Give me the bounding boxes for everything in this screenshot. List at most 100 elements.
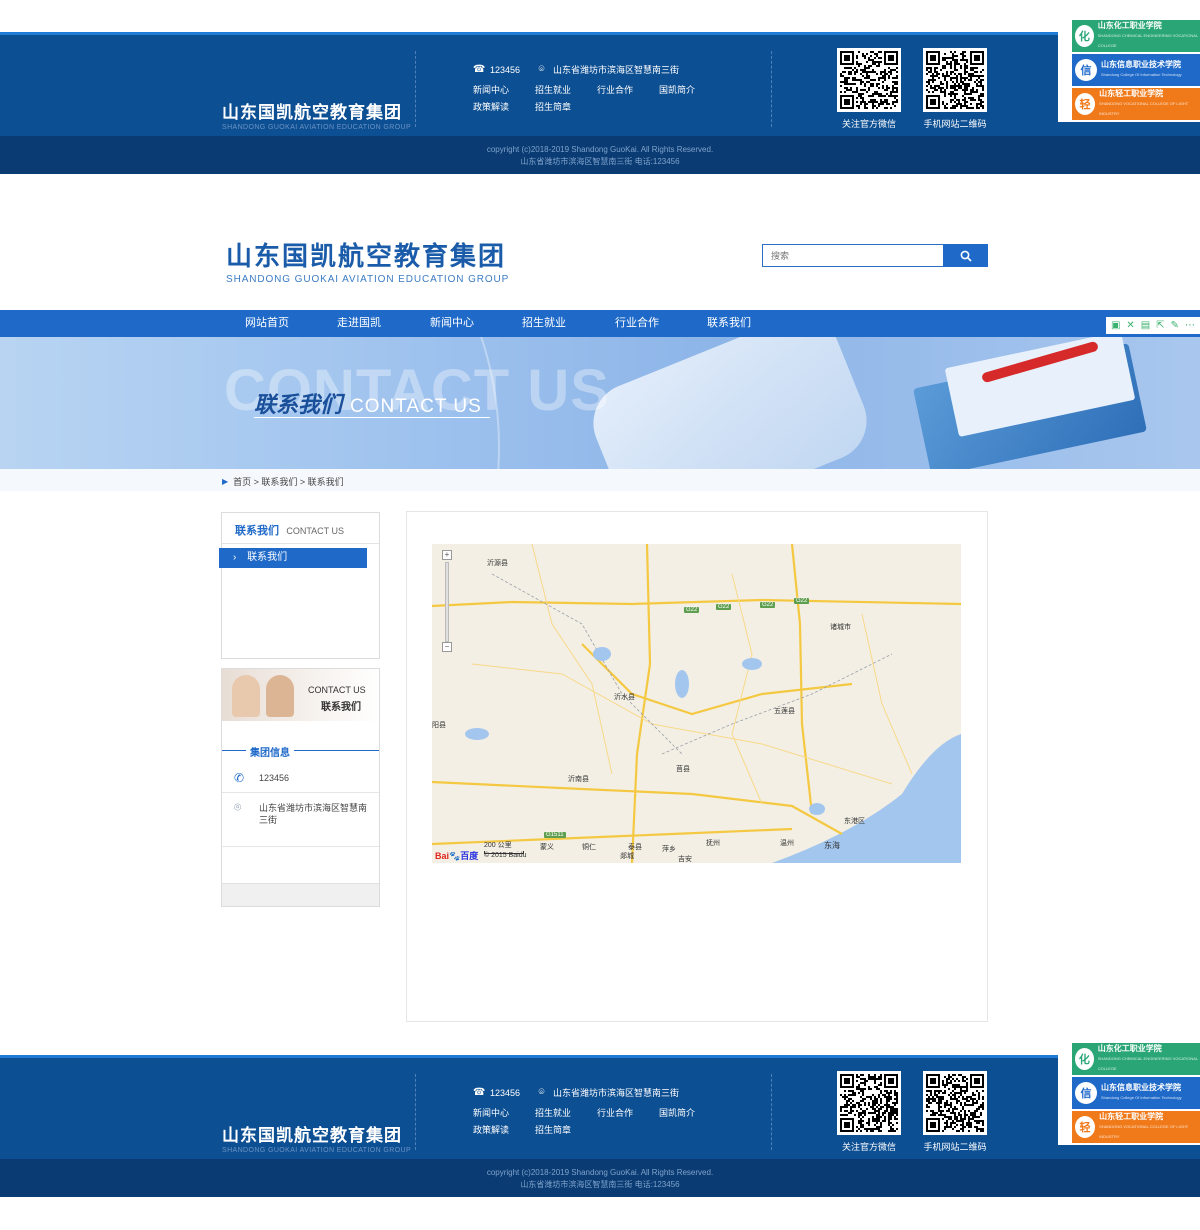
top-footer: 山东国凯航空教育集团 SHANDONG GUOKAI AVIATION EDUC… [0,10,1200,174]
nav-item-about[interactable]: 走进国凯 [319,310,399,337]
footer-copyright-band: copyright (c)2018-2019 Shandong GuoKai. … [0,1159,1200,1197]
footer-copyright-band: copyright (c)2018-2019 Shandong GuoKai. … [0,136,1200,174]
highway-shield: G22 [760,602,776,608]
map-copyright: © 2015 Baidu [484,852,527,859]
school-name: 山东化工职业学院 [1097,21,1162,30]
school-link-light-industry[interactable]: 轻 山东轻工职业学院 SHANDONG VOCATIONAL COLLEGE OF… [1072,1111,1200,1143]
reader-icon[interactable]: ▤ [1141,320,1150,331]
location-pin-icon: ⌾ [234,800,242,814]
school-badge-icon: 轻 [1075,1116,1096,1138]
school-link-chemical[interactable]: 化 山东化工职业学院 SHANDONG CHEMICAL ENGINEERING … [1072,20,1200,52]
footer-logo-en: SHANDONG GUOKAI AVIATION EDUCATION GROUP [222,1147,412,1154]
banner-underline [254,417,490,418]
copyright-text: copyright (c)2018-2019 Shandong GuoKai. … [486,145,714,154]
map-zoom-slider[interactable] [445,562,449,642]
nav-item-cooperation[interactable]: 行业合作 [597,310,677,337]
map-label: 莒县 [676,766,690,773]
play-icon: ▶ [222,477,229,486]
more-icon[interactable]: ⋯ [1185,320,1195,331]
breadcrumb-text[interactable]: 首页 > 联系我们 > 联系我们 [233,475,344,488]
breadcrumb-bar [0,469,1200,491]
school-badge-icon: 信 [1075,59,1097,81]
sidebar-item-label: 联系我们 [247,552,288,563]
site-logo[interactable]: 山东国凯航空教育集团 SHANDONG GUOKAI AVIATION EDUC… [226,236,509,285]
wechat-qr-label: 关注官方微信 [841,119,896,129]
footer-address: 山东省潍坊市滨海区智慧南三街 [553,65,680,75]
map-label: 萍乡 [662,846,676,853]
school-badge-icon: 信 [1075,1082,1097,1104]
footer-top-band: 山东国凯航空教育集团 SHANDONG GUOKAI AVIATION EDUC… [0,32,1200,136]
nav-item-contact[interactable]: 联系我们 [689,310,769,337]
school-link-light-industry[interactable]: 轻 山东轻工职业学院 SHANDONG VOCATIONAL COLLEGE OF… [1072,88,1200,120]
highway-shield: G22 [716,604,732,610]
banner-title: 联系我们 CONTACT US [254,387,482,419]
school-link-information[interactable]: 信 山东信息职业技术学院 Shandong College Of Informat… [1072,1077,1200,1109]
nav-item-admissions[interactable]: 招生就业 [504,310,584,337]
map-label: 抚州 [706,840,720,847]
footer-logo-cn: 山东国凯航空教育集团 [222,1126,402,1145]
map-label: 阳县 [432,722,446,729]
school-sub: SHANDONG VOCATIONAL COLLEGE OF LIGHT IND… [1099,1124,1189,1139]
sidebar-title-cn: 联系我们 [235,525,279,537]
footer-contact: ☎ 123456 ⌾ 山东省潍坊市滨海区智慧南三街 [473,63,679,76]
edit-icon[interactable]: ✎ [1171,320,1179,331]
footer-link[interactable]: 国凯简介 [659,83,721,96]
footer-logo[interactable]: 山东国凯航空教育集团 SHANDONG GUOKAI AVIATION EDUC… [222,1121,411,1154]
divider [415,51,416,127]
footer-link[interactable]: 政策解读 [473,100,535,113]
mobile-qr-label: 手机网站二维码 [923,119,987,129]
copyright-address: 山东省潍坊市滨海区智慧南三街 电话:123456 [520,157,680,166]
footer-phone: 123456 [490,1087,521,1098]
chevron-right-icon: › [233,552,237,563]
search-button[interactable] [943,244,988,267]
divider [771,51,772,127]
footer-link[interactable]: 新闻中心 [473,83,535,96]
highway-shield: G1511 [544,832,566,838]
footer-link[interactable]: 行业合作 [597,83,659,96]
info-phone-row: ✆ 123456 [222,763,379,793]
page-banner: CONTACT US 联系我们 CONTACT US [0,337,1200,469]
footer-link[interactable]: 行业合作 [597,1106,659,1119]
school-badge-icon: 化 [1075,25,1094,47]
school-sub: Shandong College Of Information Technolo… [1101,1095,1182,1100]
bookmark-icon[interactable]: ▣ [1111,320,1120,331]
search-input[interactable] [762,244,943,267]
footer-nav: 新闻中心 招生就业 行业合作 国凯简介 政策解读 招生简章 [473,1106,733,1136]
phone-icon: ☎ [473,1087,486,1098]
footer-link[interactable]: 新闻中心 [473,1106,535,1119]
baidu-map[interactable]: + − 沂源县 诸城市 沂水县 五莲县 阳县 莒县 沂南县 东港区 东海 蒙义 … [432,544,961,863]
school-name: 山东化工职业学院 [1097,1044,1162,1053]
share-icon[interactable]: ⇱ [1156,320,1164,331]
mobile-qr-code [923,1071,987,1135]
footer-address: 山东省潍坊市滨海区智慧南三街 [553,1088,680,1098]
sidebar-item-contact[interactable]: › 联系我们 [219,548,367,568]
map-zoom-control: + − [442,550,454,654]
map-zoom-out-button[interactable]: − [442,642,452,652]
footer-link[interactable]: 招生就业 [535,1106,597,1119]
site-logo-cn: 山东国凯航空教育集团 [226,241,507,271]
nav-item-home[interactable]: 网站首页 [227,310,307,337]
footer-link[interactable]: 国凯简介 [659,1106,721,1119]
divider [415,1074,416,1150]
map-roads [432,544,961,863]
map-label: 吉安 [678,856,692,863]
fullscreen-icon[interactable]: ✕ [1126,320,1134,331]
footer-link[interactable]: 招生就业 [535,83,597,96]
footer-logo-en: SHANDONG GUOKAI AVIATION EDUCATION GROUP [222,124,412,131]
baidu-paw-icon: 🐾 [449,851,461,861]
footer-link[interactable]: 招生简章 [535,100,597,113]
info-address-row: ⌾ 山东省潍坊市滨海区智慧南三街 [222,793,379,847]
school-sub: SHANDONG VOCATIONAL COLLEGE OF LIGHT IND… [1099,101,1189,116]
school-name: 山东信息职业技术学院 [1101,1083,1181,1092]
footer-link[interactable]: 招生简章 [535,1123,597,1136]
highway-shield: G22 [794,598,810,604]
map-label: 五莲县 [774,708,795,715]
nav-item-news[interactable]: 新闻中心 [412,310,492,337]
panel-footer [222,883,379,906]
map-zoom-in-button[interactable]: + [442,550,452,560]
footer-link[interactable]: 政策解读 [473,1123,535,1136]
footer-logo[interactable]: 山东国凯航空教育集团 SHANDONG GUOKAI AVIATION EDUC… [222,98,411,131]
school-link-information[interactable]: 信 山东信息职业技术学院 Shandong College Of Informat… [1072,54,1200,86]
school-link-chemical[interactable]: 化 山东化工职业学院 SHANDONG CHEMICAL ENGINEERING … [1072,1043,1200,1075]
school-badge-icon: 轻 [1075,93,1096,115]
